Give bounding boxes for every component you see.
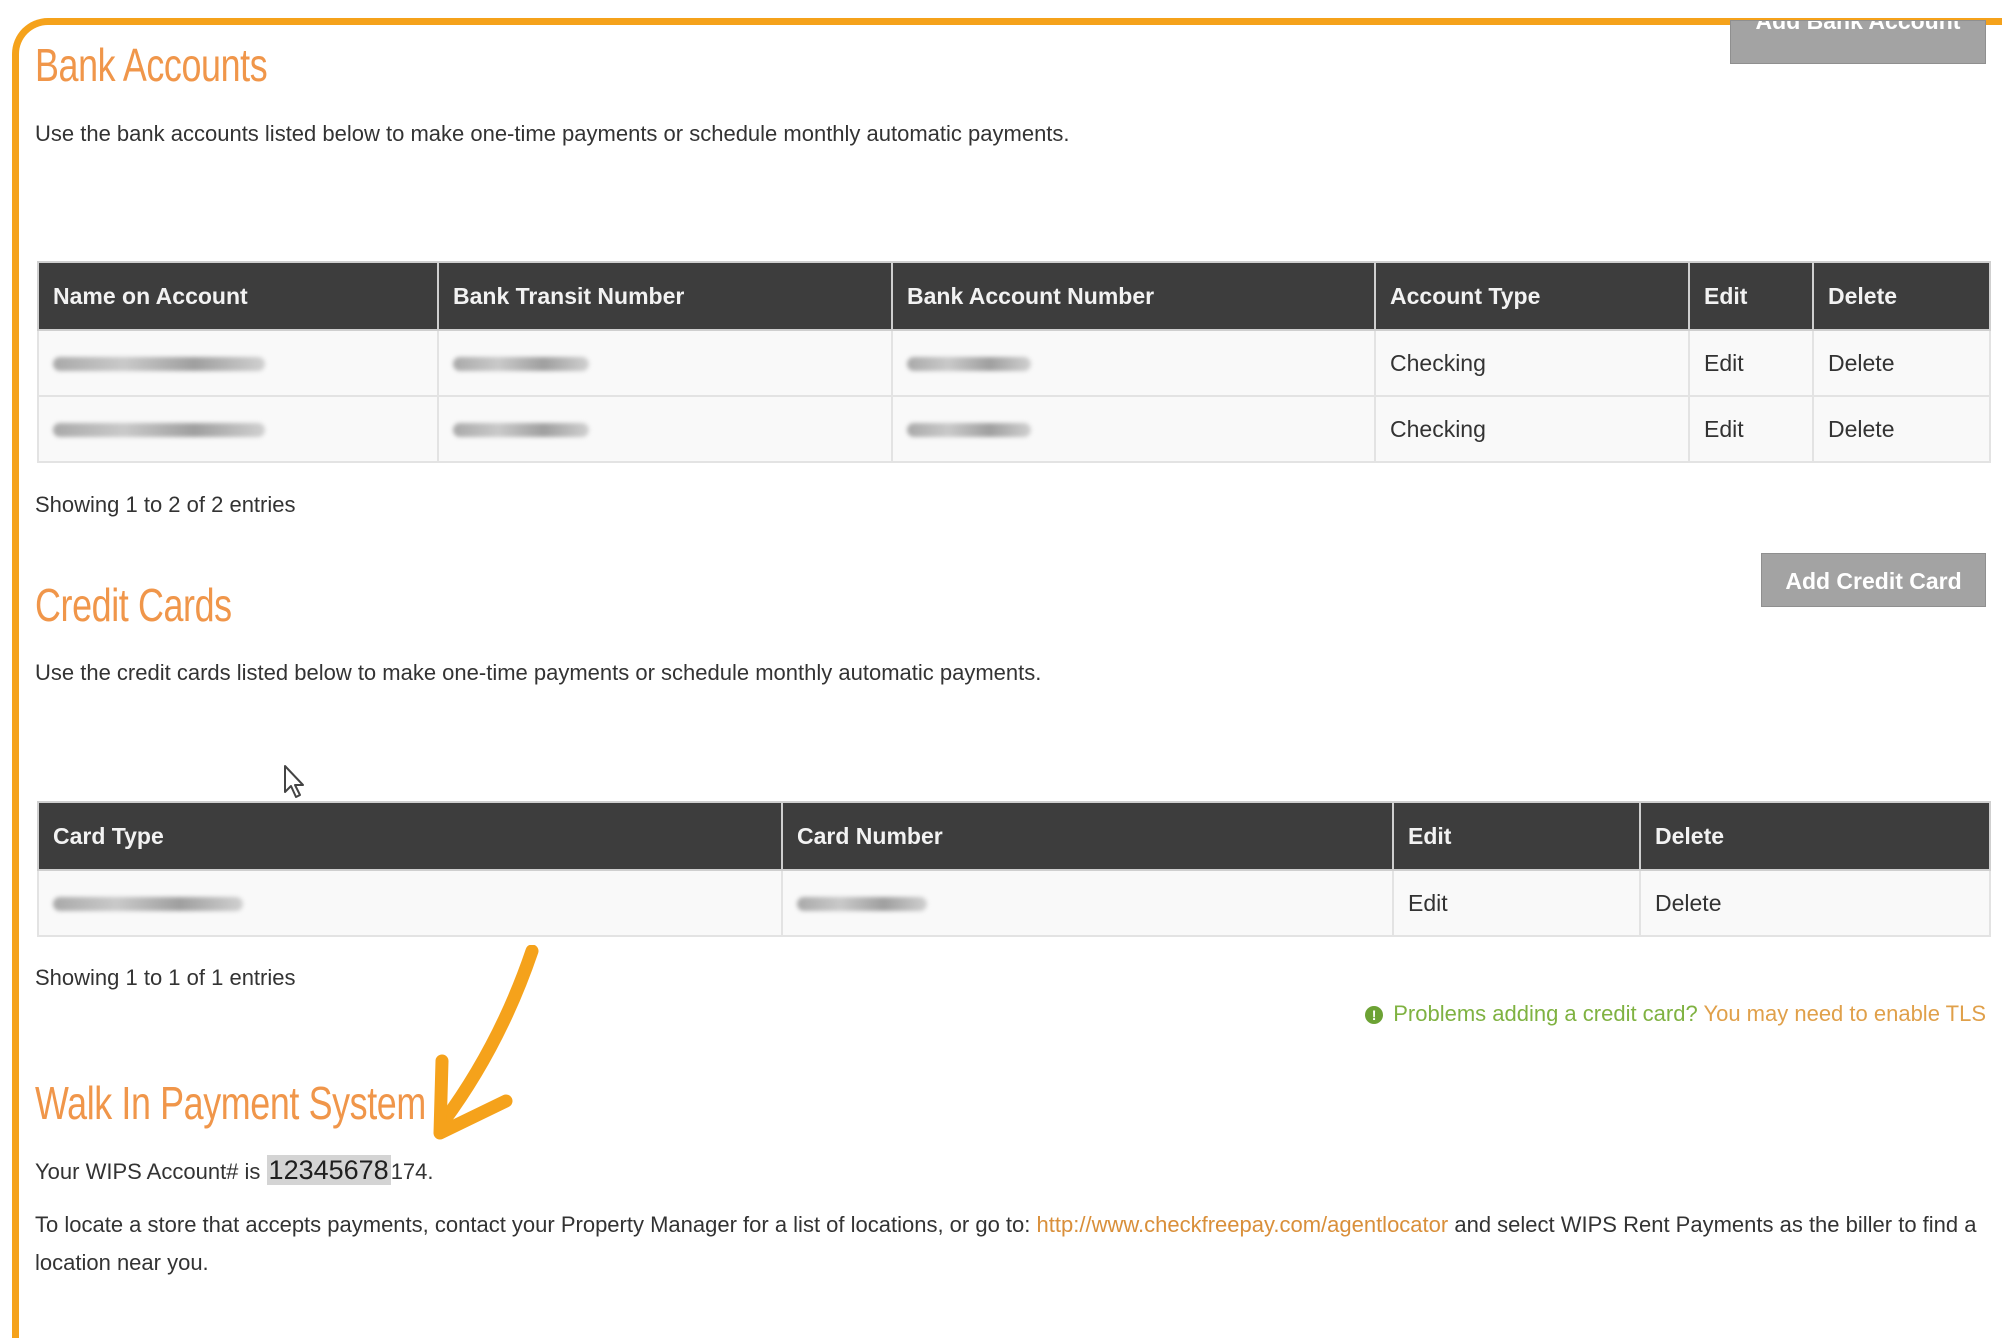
account-type-cell: Checking: [1374, 329, 1690, 397]
redacted-card-type: [53, 897, 243, 912]
column-header-edit[interactable]: Edit: [1688, 261, 1814, 331]
redacted-name-cell: [37, 395, 439, 463]
wips-account-line: Your WIPS Account# is 12345678174.: [35, 1151, 1985, 1191]
column-header-name-on-account[interactable]: Name on Account: [37, 261, 439, 331]
table-row: Checking Edit Delete: [37, 329, 1991, 397]
redacted-name: [53, 357, 265, 372]
edit-link[interactable]: Edit: [1688, 395, 1814, 463]
tls-notice[interactable]: ! Problems adding a credit card? You may…: [1365, 1001, 1986, 1027]
table-row: Checking Edit Delete: [37, 395, 1991, 463]
redacted-transit-cell: [437, 329, 893, 397]
mouse-pointer-icon: [284, 765, 304, 798]
tls-notice-hint: You may need to enable TLS: [1703, 1001, 1986, 1026]
bank-accounts-description: Use the bank accounts listed below to ma…: [35, 121, 1070, 146]
info-icon: !: [1365, 1006, 1384, 1025]
redacted-name-cell: [37, 329, 439, 397]
wips-account-prefix: Your WIPS Account# is: [35, 1159, 261, 1184]
delete-link[interactable]: Delete: [1812, 329, 1991, 397]
redacted-card-number-cell: [781, 869, 1394, 937]
column-header-account-type[interactable]: Account Type: [1374, 261, 1690, 331]
account-type-cell: Checking: [1374, 395, 1690, 463]
column-header-edit[interactable]: Edit: [1392, 801, 1641, 871]
wips-locate-text: To locate a store that accepts payments,…: [35, 1212, 1031, 1237]
tls-notice-question: Problems adding a credit card?: [1393, 1001, 1698, 1026]
column-header-bank-account-number[interactable]: Bank Account Number: [891, 261, 1376, 331]
credit-cards-description: Use the credit cards listed below to mak…: [35, 660, 1042, 685]
wips-account-suffix: 174.: [390, 1159, 434, 1184]
bank-table-header-row: Name on Account Bank Transit Number Bank…: [37, 261, 1991, 331]
redacted-card-type-cell: [37, 869, 783, 937]
add-bank-account-button[interactable]: Add Bank Account: [1730, 20, 1986, 64]
column-header-bank-transit-number[interactable]: Bank Transit Number: [437, 261, 893, 331]
bank-accounts-showing: Showing 1 to 2 of 2 entries: [35, 492, 296, 517]
wips-account-number: 12345678: [266, 1155, 391, 1185]
add-bank-account-label: Add Bank Account: [1755, 20, 1961, 34]
credit-cards-showing: Showing 1 to 1 of 1 entries: [35, 965, 296, 990]
redacted-transit-number: [453, 423, 589, 438]
wips-locate-paragraph: To locate a store that accepts payments,…: [35, 1206, 1985, 1282]
delete-link[interactable]: Delete: [1639, 869, 1991, 937]
redacted-name: [53, 423, 265, 438]
credit-cards-title: Credit Cards: [35, 579, 232, 631]
card-table-header-row: Card Type Card Number Edit Delete: [37, 801, 1991, 871]
delete-link[interactable]: Delete: [1812, 395, 1991, 463]
arrow-down-left-icon: [433, 945, 539, 1140]
redacted-account-cell: [891, 329, 1376, 397]
redacted-account-number: [907, 423, 1031, 438]
wips-title: Walk In Payment System: [35, 1077, 426, 1129]
edit-link[interactable]: Edit: [1392, 869, 1641, 937]
bank-accounts-table: Name on Account Bank Transit Number Bank…: [37, 261, 1991, 463]
column-header-card-type[interactable]: Card Type: [37, 801, 783, 871]
credit-cards-table: Card Type Card Number Edit Delete Edit D…: [37, 801, 1991, 937]
payment-methods-page: Bank Accounts Add Bank Account Use the b…: [0, 0, 2009, 1324]
column-header-delete[interactable]: Delete: [1639, 801, 1991, 871]
add-credit-card-button[interactable]: Add Credit Card: [1761, 553, 1986, 607]
table-row: Edit Delete: [37, 869, 1991, 937]
redacted-account-number: [907, 357, 1031, 372]
column-header-card-number[interactable]: Card Number: [781, 801, 1394, 871]
redacted-transit-cell: [437, 395, 893, 463]
redacted-account-cell: [891, 395, 1376, 463]
edit-link[interactable]: Edit: [1688, 329, 1814, 397]
agent-locator-link[interactable]: http://www.checkfreepay.com/agentlocator: [1037, 1212, 1449, 1237]
redacted-transit-number: [453, 357, 589, 372]
redacted-card-number: [797, 897, 927, 912]
bank-accounts-title: Bank Accounts: [35, 39, 268, 91]
column-header-delete[interactable]: Delete: [1812, 261, 1991, 331]
